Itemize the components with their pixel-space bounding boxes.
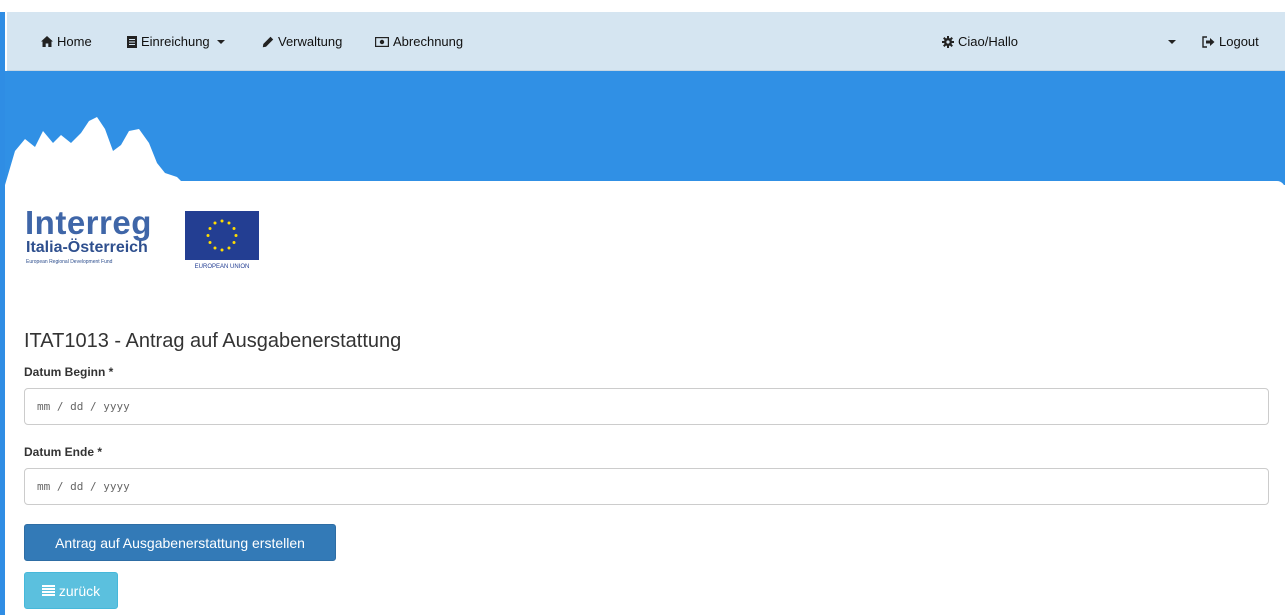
nav-logout[interactable]: Logout [1202,12,1259,71]
back-button[interactable]: zurück [24,572,118,609]
eu-stars-icon [206,219,238,252]
header-banner [5,71,1285,185]
nav-einreichung[interactable]: Einreichung [127,12,225,71]
nav-user-menu[interactable]: Ciao/Hallo [942,12,1018,71]
nav-abrechnung-label: Abrechnung [393,34,464,49]
document-icon [127,35,137,48]
back-button-label: zurück [58,582,101,599]
nav-home-label: Home [57,34,92,49]
eu-label: EUROPEAN UNION [194,264,250,270]
home-icon [41,36,53,47]
chevron-down-icon [216,39,225,44]
start-date-input[interactable] [24,388,1269,425]
gear-icon [942,35,954,48]
nav-abrechnung[interactable]: Abrechnung [375,12,463,71]
user-menu-toggle[interactable] [1165,12,1176,71]
list-icon [41,585,55,596]
page-title: ITAT1013 - Antrag auf Ausgabenerstattung [24,330,402,352]
nav-user-label: Ciao/Hallo [958,34,1018,49]
top-navbar: Home Einreichung Verwaltung Abrechnung C… [7,12,1285,71]
nav-logout-label: Logout [1219,34,1259,49]
eu-flag [185,211,259,260]
nav-einreichung-label: Einreichung [141,34,210,49]
nav-verwaltung-label: Verwaltung [278,34,343,49]
logout-icon [1202,35,1215,48]
nav-verwaltung[interactable]: Verwaltung [262,12,342,71]
pencil-icon [262,36,274,47]
logo-region: Italia-Österreich [26,239,148,256]
end-date-label: Datum Ende * [24,445,103,459]
logo-wordmark: Interreg [25,204,152,241]
chevron-down-icon [1168,39,1176,44]
logo-fund: European Regional Development Fund [26,259,113,265]
create-request-button[interactable]: Antrag auf Ausgabenerstattung erstellen [24,524,336,561]
nav-home[interactable]: Home [41,12,92,71]
top-strip [0,0,1285,12]
banknote-icon [375,36,389,47]
mountain-silhouette [5,117,185,185]
end-date-input[interactable] [24,468,1269,505]
start-date-label: Datum Beginn * [24,365,114,379]
interreg-logo: Interreg Italia-Österreich European Regi… [25,205,265,275]
